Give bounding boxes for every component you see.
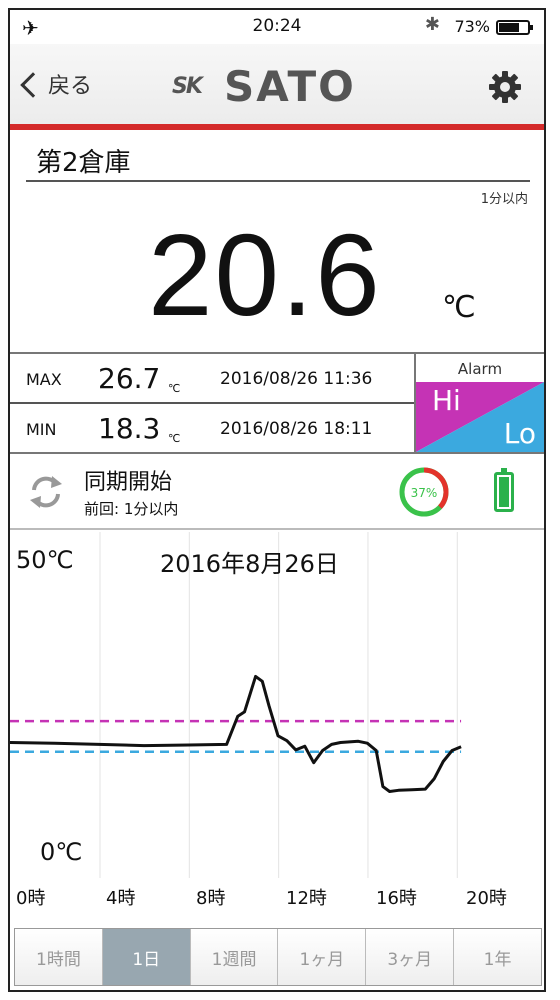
location-underline [26, 180, 530, 182]
range-tabs: 1時間 1日 1週間 1ヶ月 3ヶ月 1年 [14, 928, 542, 986]
battery-level-icon [494, 468, 514, 512]
x-tick-label: 0時 [16, 888, 46, 909]
max-label: MAX [26, 370, 62, 389]
nav-bar: 戻る SK SATO [10, 44, 544, 124]
temperature-chart: 50℃ 0℃ 2016年8月26日 0時 4時 8時 12時 16時 20時 [10, 532, 544, 924]
alarm-indicator[interactable]: Alarm Hi Lo [414, 354, 544, 452]
gear-icon[interactable] [488, 70, 522, 104]
last-updated: 1分以内 [480, 192, 528, 207]
min-unit: ℃ [168, 432, 181, 445]
temperature-series-line [10, 674, 462, 793]
battery-level-fill [499, 477, 509, 507]
max-time: 2016/08/26 11:36 [220, 369, 373, 389]
range-tab[interactable]: 3ヶ月 [366, 929, 455, 985]
x-tick-label: 20時 [466, 888, 507, 909]
min-label: MIN [26, 420, 57, 439]
sync-start-label[interactable]: 同期開始 [84, 464, 172, 496]
min-row: MIN 18.3 ℃ 2016/08/26 18:11 [10, 404, 414, 454]
location-name: 第2倉庫 [36, 148, 131, 178]
min-value: 18.3 [98, 412, 161, 445]
last-sync: 前回: 1分以内 [84, 500, 179, 518]
battery-level [499, 23, 520, 32]
chart-canvas [10, 532, 462, 878]
max-row: MAX 26.7 ℃ 2016/08/26 11:36 [10, 354, 414, 404]
header-divider [10, 124, 544, 130]
y-axis-min: 0℃ [40, 838, 83, 866]
chevron-left-icon [20, 72, 46, 98]
range-tab[interactable]: 1時間 [15, 929, 103, 985]
x-tick-label: 16時 [376, 888, 417, 909]
alarm-title: Alarm [457, 360, 503, 378]
sync-icon[interactable] [26, 472, 66, 512]
x-tick-label: 4時 [106, 888, 136, 909]
range-tab[interactable]: 1日 [102, 929, 191, 985]
range-tab[interactable]: 1週間 [190, 929, 279, 985]
progress-ring: 37% [399, 467, 449, 517]
x-tick-label: 8時 [196, 888, 226, 909]
y-axis-max: 50℃ [16, 546, 74, 574]
progress-label: 37% [411, 486, 438, 500]
range-tab[interactable]: 1年 [454, 929, 541, 985]
logo-text: SATO [224, 62, 356, 111]
alarm-hi-label: Hi [432, 384, 461, 417]
max-value: 26.7 [98, 362, 161, 395]
back-label: 戻る [48, 74, 93, 99]
minmax-panel: MAX 26.7 ℃ 2016/08/26 11:36 MIN 18.3 ℃ 2… [10, 352, 544, 454]
back-button[interactable]: 戻る [20, 68, 93, 100]
status-bar: ✈ 20:24 ✱ 73% [10, 10, 544, 44]
sync-row: 同期開始 前回: 1分以内 37% [10, 454, 544, 530]
battery-percent: 73% [454, 17, 490, 36]
app-screen: ✈ 20:24 ✱ 73% 戻る SK SATO 第2倉庫 1分以内 20.6 … [8, 8, 546, 992]
alarm-lo-label: Lo [503, 417, 536, 450]
x-tick-label: 12時 [286, 888, 327, 909]
current-temperature: 20.6 [148, 210, 382, 340]
chart-date: 2016年8月26日 [160, 550, 339, 578]
temperature-unit: ℃ [442, 290, 476, 325]
battery-icon [496, 20, 533, 35]
range-tab[interactable]: 1ヶ月 [278, 929, 367, 985]
logo-mark: SK [172, 74, 203, 99]
min-time: 2016/08/26 18:11 [220, 419, 373, 439]
max-unit: ℃ [168, 382, 181, 395]
bluetooth-icon: ✱ [424, 14, 440, 35]
